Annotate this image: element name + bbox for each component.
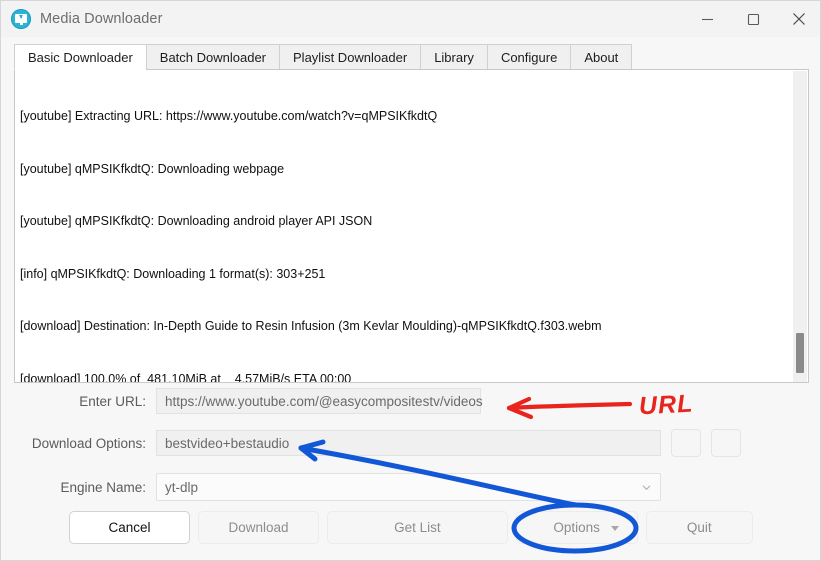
log-line: [download] 100.0% of 481.10MiB at 4.57Mi… bbox=[20, 371, 352, 383]
url-label: Enter URL: bbox=[79, 393, 146, 409]
log-scrollbar[interactable] bbox=[793, 71, 807, 382]
chevron-down-icon bbox=[642, 485, 651, 491]
options-row: Download Options: bestvideo+bestaudio bbox=[1, 429, 820, 457]
engine-name-value: yt-dlp bbox=[165, 479, 199, 495]
url-annotation-label: URL bbox=[638, 389, 695, 421]
media-downloader-icon bbox=[11, 9, 31, 29]
maximize-icon[interactable] bbox=[730, 1, 776, 37]
window-title: Media Downloader bbox=[40, 11, 163, 27]
tab-label: Library bbox=[434, 49, 474, 65]
url-input[interactable]: https://www.youtube.com/@easycompositest… bbox=[156, 388, 483, 414]
url-row: Enter URL: https://www.youtube.com/@easy… bbox=[1, 387, 820, 415]
caret-down-icon bbox=[610, 526, 619, 531]
action-button-bar: Cancel Download Get List Options Quit bbox=[69, 511, 753, 544]
minimize-icon[interactable] bbox=[684, 1, 730, 37]
download-options-label: Download Options: bbox=[31, 435, 146, 451]
log-line: [youtube] qMPSIKfkdtQ: Downloading andro… bbox=[20, 214, 373, 228]
options-button[interactable]: Options bbox=[515, 511, 638, 544]
download-options-input[interactable]: bestvideo+bestaudio bbox=[156, 430, 661, 456]
get-list-button[interactable]: Get List bbox=[327, 511, 508, 544]
tab-configure[interactable]: Configure bbox=[486, 44, 571, 70]
tab-playlist-downloader[interactable]: Playlist Downloader bbox=[279, 44, 421, 70]
engine-name-label: Engine Name: bbox=[60, 479, 146, 495]
close-icon[interactable] bbox=[776, 1, 820, 37]
tab-library[interactable]: Library bbox=[420, 44, 487, 70]
download-button[interactable]: Download bbox=[198, 511, 320, 544]
tab-about[interactable]: About bbox=[570, 44, 633, 70]
tab-label: Batch Downloader bbox=[159, 49, 267, 65]
tab-basic-downloader[interactable]: Basic Downloader bbox=[14, 44, 146, 70]
title-bar: Media Downloader bbox=[1, 1, 820, 37]
options-extra-button-1[interactable] bbox=[671, 429, 701, 457]
tab-label: Playlist Downloader bbox=[293, 49, 408, 65]
tab-bar: Basic Downloader Batch Downloader Playli… bbox=[14, 44, 633, 70]
tab-label: Configure bbox=[500, 49, 558, 65]
tab-batch-downloader[interactable]: Batch Downloader bbox=[145, 44, 280, 70]
log-line: [download] Destination: In-Depth Guide t… bbox=[20, 319, 602, 333]
options-extra-button-2[interactable] bbox=[711, 429, 741, 457]
log-line: [youtube] Extracting URL: https://www.yo… bbox=[20, 109, 438, 123]
media-downloader-window: Media Downloader Basic Downloader Batch … bbox=[0, 0, 821, 561]
log-line: [youtube] qMPSIKfkdtQ: Downloading webpa… bbox=[20, 161, 285, 176]
tab-label: Basic Downloader bbox=[28, 49, 133, 65]
quit-button[interactable]: Quit bbox=[645, 511, 753, 544]
tab-label: About bbox=[584, 49, 619, 65]
options-button-label: Options bbox=[553, 520, 600, 535]
window-controls bbox=[684, 1, 820, 37]
log-output-panel[interactable]: [youtube] Extracting URL: https://www.yo… bbox=[14, 69, 809, 383]
engine-name-select[interactable]: yt-dlp bbox=[156, 473, 661, 501]
log-scrollbar-thumb[interactable] bbox=[796, 333, 804, 373]
cancel-button[interactable]: Cancel bbox=[69, 511, 191, 544]
engine-row: Engine Name: yt-dlp bbox=[1, 473, 820, 501]
log-lines: [youtube] Extracting URL: https://www.yo… bbox=[20, 73, 790, 383]
log-line: [info] qMPSIKfkdtQ: Downloading 1 format… bbox=[20, 266, 326, 281]
